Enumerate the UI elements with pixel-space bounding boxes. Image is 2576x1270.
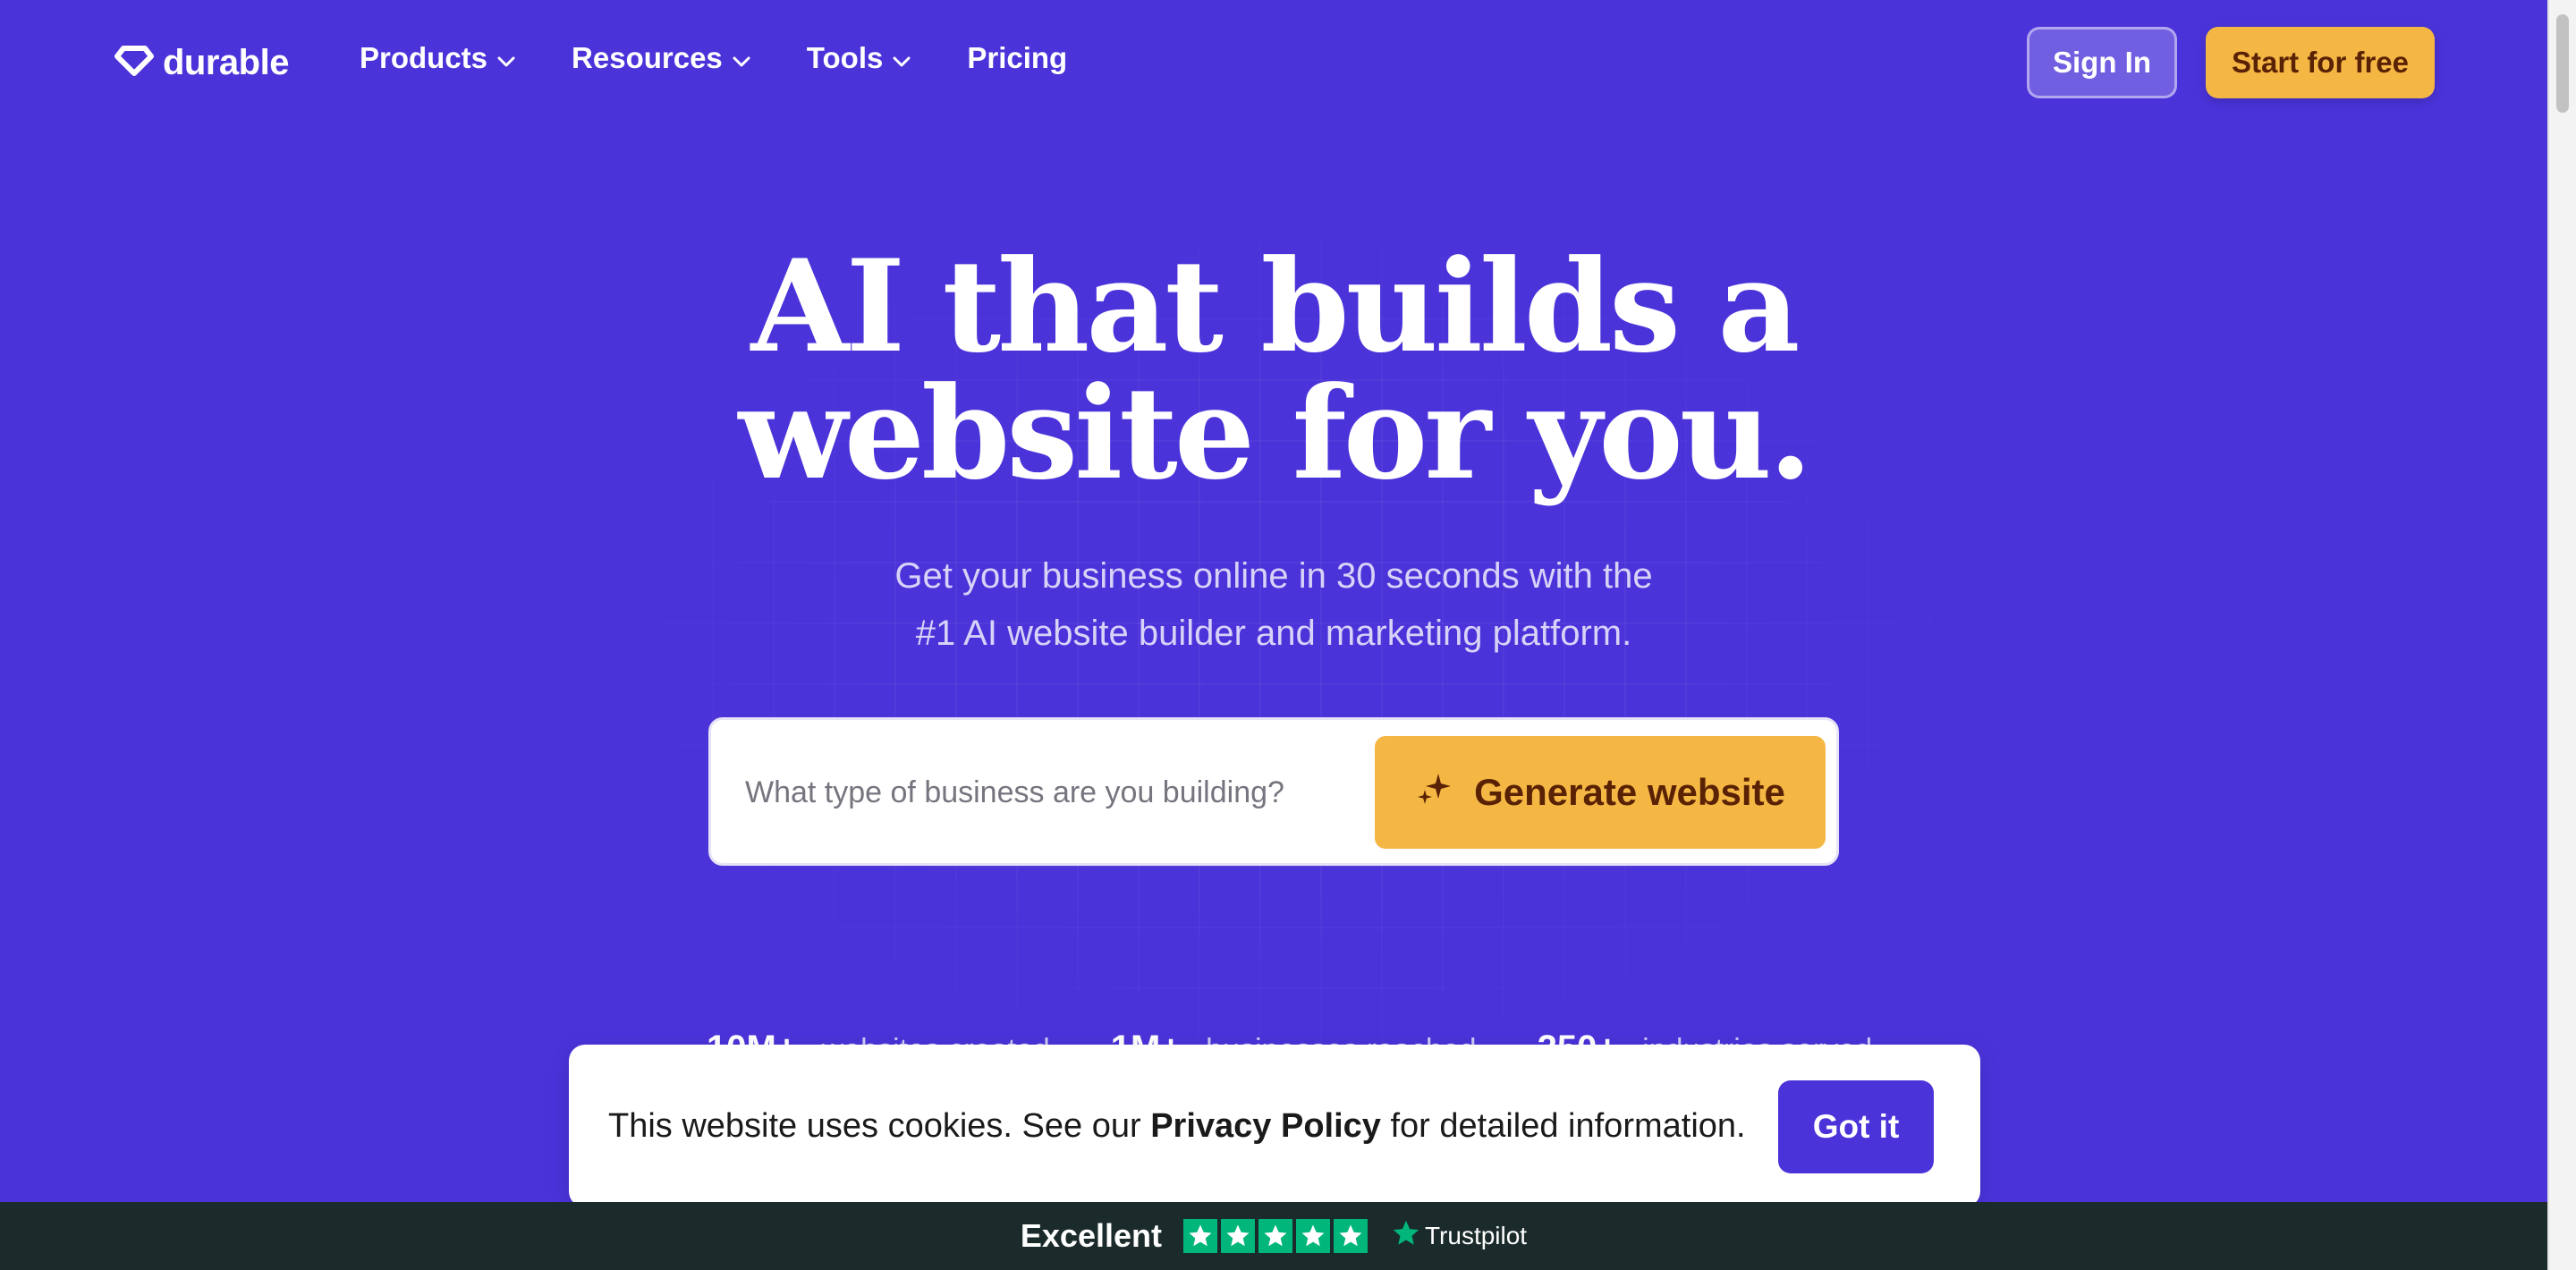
trustpilot-logo: Trustpilot [1391, 1218, 1527, 1255]
trustpilot-star-icon [1391, 1218, 1421, 1255]
business-type-input[interactable] [743, 747, 1373, 838]
star-icon [1333, 1219, 1368, 1253]
trustpilot-bar[interactable]: Excellent Trustpilot [0, 1202, 2547, 1270]
star-icon [1182, 1219, 1217, 1253]
hero-subheadline: Get your business online in 30 seconds w… [0, 547, 2547, 662]
nav-item-pricing[interactable]: Pricing [967, 41, 1067, 75]
nav-item-label: Products [360, 41, 488, 74]
nav-item-label: Pricing [967, 41, 1068, 74]
scrollbar-track[interactable] [2547, 0, 2576, 1270]
cookie-text-after: for detailed information. [1380, 1106, 1746, 1145]
nav-item-label: Tools [806, 41, 884, 74]
star-icon [1295, 1219, 1330, 1253]
nav-item-tools[interactable]: Tools [807, 41, 912, 75]
cookie-text-before: This website uses cookies. See our [608, 1106, 1151, 1145]
scrollbar-thumb[interactable] [2556, 14, 2569, 113]
generate-website-button[interactable]: Generate website [1375, 736, 1826, 849]
sparkle-icon [1415, 768, 1454, 817]
trustpilot-brand: Trustpilot [1424, 1222, 1528, 1249]
star-icon [1220, 1219, 1255, 1253]
durable-logo-icon [114, 45, 154, 81]
trustpilot-rating-label: Excellent [1020, 1217, 1162, 1254]
headline-line: AI that builds a [750, 233, 1800, 381]
business-search-box: Generate website [708, 717, 1839, 866]
nav-item-resources[interactable]: Resources [572, 41, 751, 75]
hero-headline: AI that builds a website for you. [0, 243, 2547, 497]
got-it-button[interactable]: Got it [1778, 1080, 1934, 1173]
generate-website-label: Generate website [1474, 771, 1785, 813]
headline-line: website for you. [738, 360, 1812, 508]
chevron-down-icon [496, 41, 516, 75]
privacy-policy-link[interactable]: Privacy Policy [1150, 1107, 1381, 1145]
star-icon [1258, 1219, 1292, 1253]
main-nav: Products Resources Tools Pricing [360, 41, 1067, 75]
cookie-message: This website uses cookies. See our Priva… [608, 1107, 1746, 1146]
nav-item-label: Resources [572, 41, 723, 74]
nav-item-products[interactable]: Products [360, 41, 516, 75]
sign-in-button[interactable]: Sign In [2027, 27, 2177, 98]
chevron-down-icon [892, 41, 911, 75]
logo[interactable]: durable [114, 43, 289, 83]
start-for-free-button[interactable]: Start for free [2206, 27, 2435, 98]
logo-text: durable [163, 43, 289, 82]
trustpilot-stars [1182, 1219, 1368, 1253]
chevron-down-icon [732, 41, 751, 75]
subhead-line: Get your business online in 30 seconds w… [894, 556, 1653, 596]
subhead-line: #1 AI website builder and marketing plat… [915, 614, 1632, 653]
cookie-banner: This website uses cookies. See our Priva… [569, 1045, 1980, 1207]
